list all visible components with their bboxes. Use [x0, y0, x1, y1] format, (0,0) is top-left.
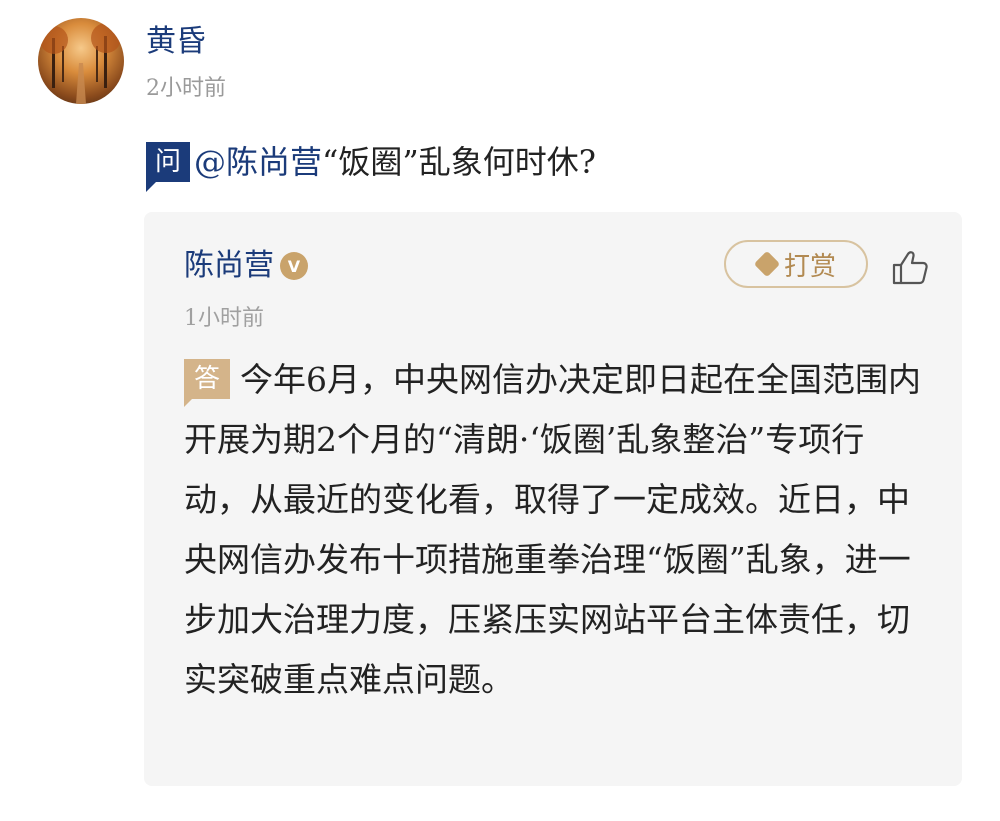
answerer-name[interactable]: 陈尚营: [184, 246, 274, 286]
question[interactable]: 问 @陈尚营 “饭圈”乱象何时休?: [146, 140, 596, 192]
asker-timestamp: 2小时前: [146, 76, 226, 101]
asker-avatar[interactable]: [38, 18, 124, 104]
answer-text: 今年6月，中央网信办决定即日起在全国范围内开展为期2个月的“清朗·‘饭圈’乱象整…: [184, 360, 921, 699]
verified-icon: V: [280, 252, 308, 280]
answer-badge: 答: [184, 359, 230, 407]
tip-button-label: 打赏: [783, 251, 836, 282]
question-badge: 问: [146, 142, 190, 192]
answer-body: 答今年6月，中央网信办决定即日起在全国范围内开展为期2个月的“清朗·‘饭圈’乱象…: [184, 350, 929, 710]
thumbs-up-icon[interactable]: [890, 248, 930, 288]
diamond-icon: [753, 250, 781, 278]
answerer-row: 陈尚营 V: [184, 246, 308, 286]
answer-card: 陈尚营 V 打赏 1小时前 答今年6月，中央网信办决定即日起在全国范围内开展为期…: [144, 212, 962, 786]
autumn-road-icon: [40, 23, 121, 104]
question-text: “饭圈”乱象何时休?: [322, 143, 596, 181]
asker-name[interactable]: 黄昏: [146, 22, 206, 62]
answer-timestamp: 1小时前: [184, 306, 264, 331]
question-mention-link[interactable]: @陈尚营: [194, 140, 322, 184]
tip-button[interactable]: 打赏: [724, 240, 868, 288]
